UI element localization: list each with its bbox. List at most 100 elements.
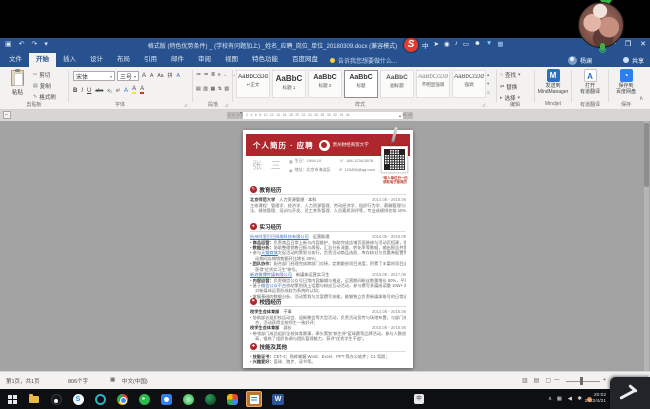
- member-icon[interactable]: ☻: [474, 40, 481, 50]
- share-button[interactable]: 共享: [623, 53, 644, 67]
- mic-icon[interactable]: ♪: [455, 40, 458, 50]
- undo-icon[interactable]: ↶: [19, 40, 25, 48]
- strikethrough-icon[interactable]: abc: [95, 88, 103, 94]
- underline-icon[interactable]: U: [87, 88, 91, 94]
- styles-dialog-launcher-icon[interactable]: ◿: [482, 102, 485, 107]
- grid-icon[interactable]: ▦: [497, 40, 503, 50]
- phonetic-guide-icon[interactable]: 拼: [167, 72, 172, 79]
- zoom-in-icon[interactable]: +: [603, 377, 606, 383]
- input-method-icon[interactable]: 中: [422, 40, 429, 50]
- resume-page[interactable]: 个人简历 · 应聘 贵州财经商贸大学 *用人单位扫一扫 获取电子版简历 张 三 …: [243, 130, 413, 368]
- line-spacing-icon[interactable]: ⇅: [218, 86, 222, 92]
- green-app-icon[interactable]: [180, 391, 196, 407]
- font-color-icon[interactable]: A: [140, 86, 144, 94]
- style-subtitle[interactable]: AaBbC 副标题: [380, 70, 414, 98]
- page-indicator[interactable]: 第1页，共1页: [6, 377, 40, 385]
- font-size-combobox[interactable]: 三号▾: [117, 71, 139, 81]
- zoom-out-icon[interactable]: —: [554, 377, 560, 383]
- meeting-app-icon[interactable]: [158, 391, 174, 407]
- collapse-ribbon-icon[interactable]: ∧: [639, 95, 643, 102]
- zoom-slider[interactable]: [566, 381, 600, 382]
- tab-design[interactable]: 设计: [83, 53, 110, 67]
- superscript-icon[interactable]: x²: [116, 88, 120, 94]
- tab-review[interactable]: 审阅: [191, 53, 218, 67]
- close-button[interactable]: ✕: [640, 40, 646, 48]
- styles-up-icon[interactable]: ▴: [487, 72, 490, 78]
- find-button[interactable]: ○查找▾: [500, 71, 521, 79]
- input-method-indicator[interactable]: 中: [414, 394, 424, 404]
- tray-network-icon[interactable]: ▦: [557, 396, 562, 402]
- vertical-scrollbar[interactable]: [644, 121, 649, 371]
- tab-file[interactable]: 文件: [2, 53, 29, 67]
- text-effects-icon[interactable]: A: [124, 88, 128, 94]
- shrink-font-icon[interactable]: A: [150, 73, 153, 79]
- start-button[interactable]: [4, 391, 20, 407]
- qat-more-icon[interactable]: ▾: [44, 40, 48, 48]
- highlight-color-icon[interactable]: A: [132, 86, 136, 94]
- align-center-icon[interactable]: ▥: [203, 86, 208, 92]
- style-subtle-emphasis[interactable]: AaBbCcDd 不明显强调: [416, 70, 450, 98]
- shading-icon[interactable]: ▧: [224, 86, 229, 92]
- restore-button[interactable]: ❐: [625, 40, 631, 48]
- web-layout-icon[interactable]: ▢: [545, 377, 551, 384]
- redo-icon[interactable]: ↷: [32, 40, 38, 48]
- italic-icon[interactable]: I: [81, 88, 83, 94]
- webcam-video-bubble[interactable]: [578, 2, 624, 48]
- tab-insert[interactable]: 插入: [56, 53, 83, 67]
- right-indent-marker[interactable]: ▴: [399, 113, 401, 118]
- open-youdao-translate-button[interactable]: A 打开有道翻译: [574, 69, 606, 95]
- format-painter-button[interactable]: ✎格式刷: [33, 93, 56, 101]
- align-right-icon[interactable]: ▦: [210, 86, 215, 92]
- scrollbar-thumb[interactable]: [644, 123, 649, 187]
- decrease-indent-icon[interactable]: ←: [223, 72, 228, 78]
- tab-layout[interactable]: 布局: [110, 53, 137, 67]
- paste-button[interactable]: 粘贴: [5, 70, 30, 100]
- active-screen-tool-icon[interactable]: [246, 391, 262, 407]
- tab-special-features[interactable]: 特色功能: [245, 53, 285, 67]
- screen-share-app-logo[interactable]: S: [404, 38, 418, 52]
- tab-stop-selector[interactable]: ⌐: [3, 111, 11, 119]
- tab-references[interactable]: 引用: [137, 53, 164, 67]
- word-taskbar-icon[interactable]: W: [270, 391, 286, 407]
- styles-down-icon[interactable]: ▾: [487, 81, 490, 87]
- suite-app-icon[interactable]: [224, 391, 240, 407]
- inline-link[interactable]: 微信公众平台: [261, 283, 286, 288]
- dark-green-app-icon[interactable]: [202, 391, 218, 407]
- change-case-icon[interactable]: Aa: [157, 73, 163, 79]
- bold-icon[interactable]: B: [73, 88, 77, 94]
- first-line-indent-marker[interactable]: ▾: [240, 110, 242, 115]
- read-mode-icon[interactable]: ▥: [522, 377, 528, 384]
- tray-settings-icon[interactable]: ✱: [577, 396, 582, 402]
- tell-me-box[interactable]: 告诉我您想要做什么...: [330, 53, 397, 67]
- save-icon[interactable]: ▣: [5, 40, 12, 48]
- teal-ring-app-icon[interactable]: [92, 391, 108, 407]
- proofing-icon[interactable]: ▦: [110, 377, 115, 383]
- subscript-icon[interactable]: x₂: [107, 88, 111, 94]
- tray-expand-icon[interactable]: ∧: [548, 396, 552, 402]
- tab-mailings[interactable]: 邮件: [164, 53, 191, 67]
- tab-view[interactable]: 视图: [218, 53, 245, 67]
- print-layout-icon[interactable]: ▤: [534, 377, 540, 384]
- horizontal-ruler[interactable]: 8 6 4 2 2 4 6 8 10 12 14 16 18 20 22 24 …: [227, 112, 413, 119]
- tab-home[interactable]: 开始: [29, 53, 56, 67]
- align-left-icon[interactable]: ▤: [196, 86, 201, 92]
- camera-icon[interactable]: ◉: [444, 40, 450, 50]
- align-icon[interactable]: ≡: [218, 72, 221, 78]
- skype-icon[interactable]: S: [70, 391, 86, 407]
- language-indicator[interactable]: 中文(中国): [122, 377, 148, 385]
- account-badge[interactable]: 杨澜: [568, 53, 592, 67]
- zoom-slider-thumb[interactable]: [580, 377, 583, 385]
- grow-font-icon[interactable]: A: [142, 73, 146, 79]
- multilevel-list-icon[interactable]: ≣: [211, 72, 215, 78]
- font-family-combobox[interactable]: 宋体▾: [73, 71, 115, 81]
- chrome-icon[interactable]: [114, 391, 130, 407]
- laser-pen-icon[interactable]: ➤: [434, 40, 439, 50]
- recorder-widget[interactable]: [610, 377, 650, 409]
- bullet-list-icon[interactable]: ≔: [196, 72, 201, 78]
- inline-link[interactable]: 天猫商城: [261, 250, 278, 255]
- cut-button[interactable]: ✂剪切: [33, 71, 56, 79]
- tab-baidu-netdisk[interactable]: 百度网盘: [285, 53, 325, 67]
- qq-icon[interactable]: [48, 391, 64, 407]
- taskbar-clock[interactable]: 20:02 2022/4/21: [585, 393, 606, 405]
- style-normal[interactable]: AaBbCcDd ↵正文: [236, 70, 270, 98]
